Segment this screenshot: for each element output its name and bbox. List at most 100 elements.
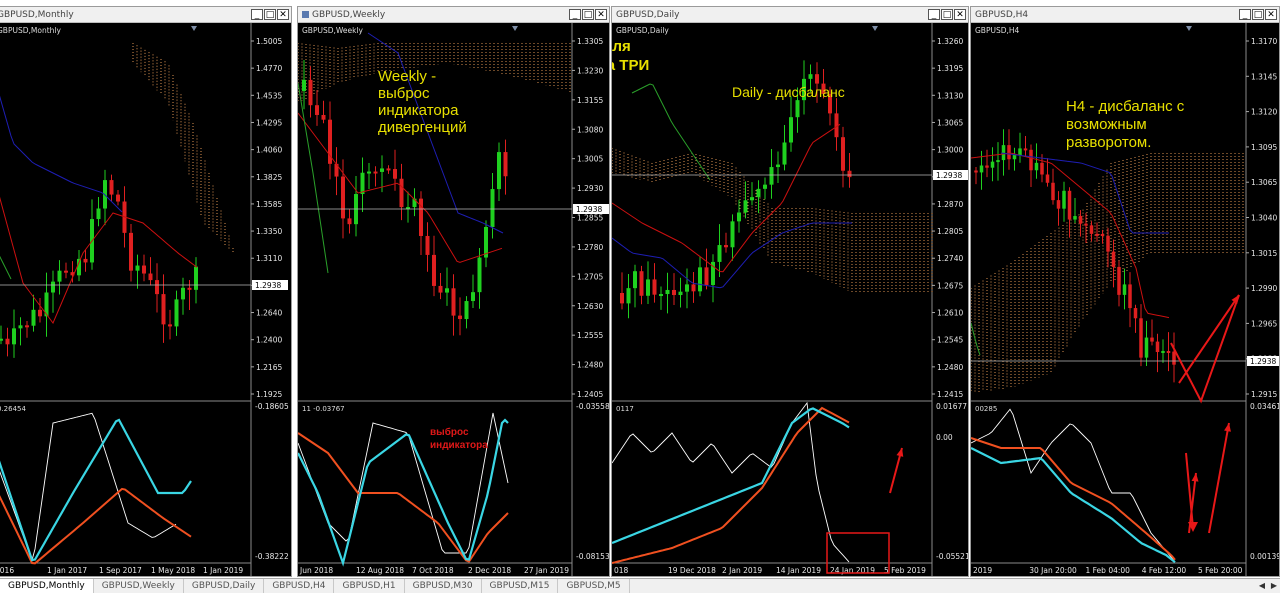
chart-canvas-weekly[interactable]: 1.3305 1.3230 1.3155 1.3080 1.3005 1.2930 1.28…: [298, 23, 610, 576]
close-icon[interactable]: ✕: [277, 9, 289, 20]
price-tick-label: 1.1925: [256, 390, 282, 399]
candle-body: [990, 161, 995, 168]
candle-body: [174, 299, 179, 327]
price-tick-label: 1.3095: [1251, 143, 1277, 152]
minimize-icon[interactable]: _: [251, 9, 263, 20]
candle-body: [1166, 351, 1171, 354]
price-tick-label: 1.5005: [256, 37, 282, 46]
date-tick-label: 1 May 2018: [151, 566, 195, 575]
oscillator-slow-line: [612, 406, 850, 564]
candle-body: [1078, 216, 1083, 224]
scroll-right-icon[interactable]: ▶: [1268, 579, 1280, 593]
window-titlebar[interactable]: GBPUSD,Weekly _ □ ✕: [298, 7, 609, 23]
candle-body: [1117, 266, 1121, 295]
chart-canvas-daily[interactable]: 1.3260 1.3195 1.3130 1.3065 1.3000 1.2938 1.28…: [612, 23, 969, 576]
minimize-icon[interactable]: _: [569, 9, 581, 20]
price-tick-label: 1.3040: [1251, 214, 1277, 223]
candle-body: [129, 232, 133, 271]
candle-body: [1144, 337, 1149, 358]
oscillator-info-label: 0117: [616, 405, 634, 413]
close-icon[interactable]: ✕: [1265, 9, 1277, 20]
price-tick-label: 1.2805: [937, 227, 963, 236]
candle-body: [847, 170, 852, 178]
tenkan-line: [1000, 152, 1169, 234]
window-titlebar[interactable]: GBPUSD,Monthly _ □ ✕: [0, 7, 291, 23]
price-tick-label: 1.3080: [577, 125, 603, 134]
shift-marker-icon: [512, 26, 518, 31]
tab-gbpusd-h4[interactable]: GBPUSD,H4: [264, 579, 335, 593]
candle-body: [730, 221, 735, 248]
close-icon[interactable]: ✕: [954, 9, 966, 20]
chart-canvas-h4[interactable]: 1.3170 1.3145 1.3120 1.3095 1.3065 1.3040 1.30…: [971, 23, 1280, 576]
chart-window-daily[interactable]: GBPUSD,Daily _ □ ✕ 1.3260 1.3195 1.3130 1.306…: [611, 6, 969, 577]
tab-gbpusd-m30[interactable]: GBPUSD,M30: [405, 579, 482, 593]
annotation-text: Weekly -выброс индикатора дивергенций: [378, 68, 467, 136]
candle-body: [1040, 162, 1044, 175]
price-tick-label: 1.3825: [256, 173, 282, 182]
restore-icon[interactable]: □: [941, 9, 953, 20]
oscillator-min-label: 0.00139: [1250, 552, 1280, 561]
candle-body: [769, 167, 774, 185]
candle-body: [1056, 200, 1061, 209]
candle-body: [704, 267, 709, 285]
candle-body: [148, 273, 153, 281]
chart-canvas-monthly[interactable]: 1.5005 1.4770 1.4535 1.4295 1.4060 1.3825 1.35…: [0, 23, 292, 576]
candle-body: [1051, 182, 1055, 201]
candle-body: [109, 180, 114, 195]
candle-body: [1007, 145, 1011, 160]
candle-body: [83, 258, 88, 263]
candle-body: [795, 100, 800, 118]
chart-window-monthly[interactable]: GBPUSD,Monthly _ □ ✕ 1.5005 1.4770 1.4535 1.4…: [0, 6, 292, 577]
candle-body: [776, 164, 780, 168]
candle-body: [64, 270, 68, 273]
chart-tabs-bar: GBPUSD,Monthly GBPUSD,Weekly GBPUSD,Dail…: [0, 578, 1280, 593]
candle-body: [25, 325, 29, 328]
candle-body: [808, 74, 813, 79]
candle-body: [360, 172, 365, 195]
candle-body: [503, 152, 508, 177]
price-tick-label: 1.2630: [577, 302, 603, 311]
kijun-line: [0, 196, 198, 324]
tab-gbpusd-monthly[interactable]: GBPUSD,Monthly: [0, 579, 94, 593]
restore-icon[interactable]: □: [582, 9, 594, 20]
tab-gbpusd-m15[interactable]: GBPUSD,M15: [482, 579, 559, 593]
chikou-line: [0, 255, 12, 280]
current-price-label: 1.2938: [1250, 357, 1276, 366]
tab-gbpusd-m5[interactable]: GBPUSD,M5: [558, 579, 630, 593]
price-tick-label: 1.3005: [577, 155, 603, 164]
candle-body: [451, 288, 456, 316]
candle-body: [1150, 337, 1154, 342]
candle-body: [979, 165, 984, 173]
candle-body: [155, 280, 159, 295]
oscillator-max-label: -0.03558: [576, 402, 610, 411]
candle-body: [1012, 154, 1017, 160]
minimize-icon[interactable]: _: [928, 9, 940, 20]
arrow-line: [1178, 294, 1240, 384]
candle-body: [497, 152, 501, 190]
price-tick-label: 1.3065: [1251, 178, 1277, 187]
tab-gbpusd-daily[interactable]: GBPUSD,Daily: [184, 579, 265, 593]
chart-window-h4[interactable]: GBPUSD,H4 _ □ ✕ 1.3170 1.3145 1.3120 1.3095 1.…: [970, 6, 1280, 577]
chart-window-weekly[interactable]: GBPUSD,Weekly _ □ ✕ 1.3305 1.3230 1.3155 1.30…: [297, 6, 610, 577]
price-tick-label: 1.2480: [937, 363, 963, 372]
price-tick-label: 1.4770: [256, 64, 282, 73]
price-tick-label: 1.3110: [256, 254, 282, 263]
restore-icon[interactable]: □: [264, 9, 276, 20]
price-tick-label: 1.3260: [937, 37, 963, 46]
scroll-left-icon[interactable]: ◀: [1256, 579, 1268, 593]
window-titlebar[interactable]: GBPUSD,H4 _ □ ✕: [971, 7, 1279, 23]
window-title: GBPUSD,Daily: [616, 10, 680, 20]
price-tick-label: 1.3130: [937, 91, 963, 100]
price-tick-label: 1.2555: [577, 331, 603, 340]
current-price-label: 1.2938: [936, 171, 962, 180]
oscillator-info-label: 0.26454: [0, 405, 26, 413]
close-icon[interactable]: ✕: [595, 9, 607, 20]
minimize-icon[interactable]: _: [1239, 9, 1251, 20]
candle-body: [691, 284, 696, 292]
candle-body: [1084, 223, 1088, 226]
window-titlebar[interactable]: GBPUSD,Daily _ □ ✕: [612, 7, 968, 23]
tab-gbpusd-h1[interactable]: GBPUSD,H1: [334, 579, 405, 593]
restore-icon[interactable]: □: [1252, 9, 1264, 20]
tab-gbpusd-weekly[interactable]: GBPUSD,Weekly: [94, 579, 184, 593]
candle-body: [659, 294, 663, 297]
